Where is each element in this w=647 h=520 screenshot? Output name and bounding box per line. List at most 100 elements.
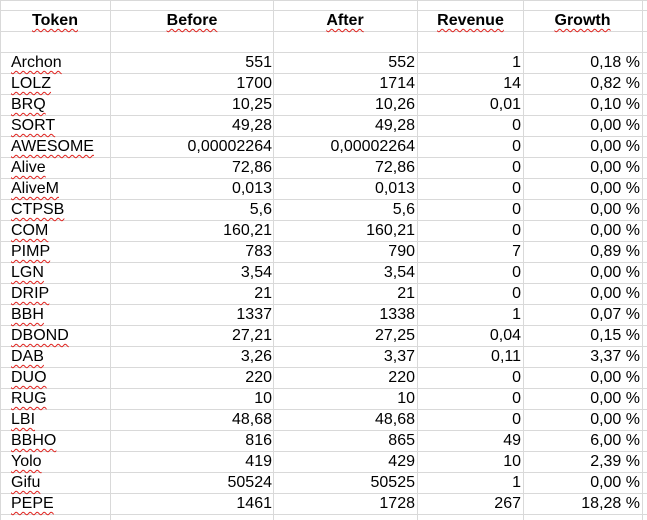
revenue-cell[interactable]: 0	[420, 388, 521, 409]
before-cell[interactable]: 816	[112, 430, 272, 451]
revenue-cell[interactable]: 267	[420, 493, 521, 514]
revenue-cell[interactable]: 10	[420, 451, 521, 472]
after-cell[interactable]: 21	[275, 283, 415, 304]
after-cell[interactable]: 552	[275, 52, 415, 73]
revenue-cell[interactable]: 0	[420, 157, 521, 178]
after-cell[interactable]: 1728	[275, 493, 415, 514]
after-cell[interactable]: 790	[275, 241, 415, 262]
revenue-cell[interactable]: 0,11	[420, 346, 521, 367]
before-cell[interactable]: 5,6	[112, 199, 272, 220]
before-cell[interactable]: 220	[112, 367, 272, 388]
revenue-cell[interactable]: 0	[420, 115, 521, 136]
before-cell[interactable]: 551	[112, 52, 272, 73]
token-cell[interactable]: BBH	[11, 304, 109, 325]
token-cell[interactable]: AWESOME	[11, 136, 109, 157]
after-cell[interactable]: 10,26	[275, 94, 415, 115]
after-cell[interactable]: 160,21	[275, 220, 415, 241]
before-cell[interactable]: 0,013	[112, 178, 272, 199]
token-cell[interactable]: LGN	[11, 262, 109, 283]
token-cell[interactable]: Gifu	[11, 472, 109, 493]
growth-cell[interactable]: 0,00 %	[525, 157, 640, 178]
token-cell[interactable]: SORT	[11, 115, 109, 136]
growth-cell[interactable]: 18,28 %	[525, 493, 640, 514]
after-cell[interactable]: 48,68	[275, 409, 415, 430]
before-cell[interactable]: 3,26	[112, 346, 272, 367]
before-cell[interactable]: 1700	[112, 73, 272, 94]
revenue-cell[interactable]: 0	[420, 283, 521, 304]
revenue-cell[interactable]: 1	[420, 304, 521, 325]
after-cell[interactable]: 49,28	[275, 115, 415, 136]
header-revenue-cell[interactable]: Revenue	[420, 10, 521, 31]
growth-cell[interactable]: 0,82 %	[525, 73, 640, 94]
revenue-cell[interactable]: 49	[420, 430, 521, 451]
before-cell[interactable]: 160,21	[112, 220, 272, 241]
after-cell[interactable]: 1714	[275, 73, 415, 94]
token-cell[interactable]: PIMP	[11, 241, 109, 262]
revenue-cell[interactable]: 0	[420, 367, 521, 388]
growth-cell[interactable]: 2,39 %	[525, 451, 640, 472]
revenue-cell[interactable]: 0	[420, 262, 521, 283]
token-cell[interactable]: DRIP	[11, 283, 109, 304]
after-cell[interactable]: 1338	[275, 304, 415, 325]
after-cell[interactable]: 865	[275, 430, 415, 451]
before-cell[interactable]: 50524	[112, 472, 273, 493]
after-cell[interactable]: 3,54	[275, 262, 415, 283]
growth-cell[interactable]: 0,00 %	[525, 472, 640, 493]
growth-cell[interactable]: 0,00 %	[525, 199, 640, 220]
before-cell[interactable]: 48,68	[112, 409, 272, 430]
after-cell[interactable]: 27,25	[275, 325, 415, 346]
before-cell[interactable]: 419	[112, 451, 272, 472]
before-cell[interactable]: 27,21	[112, 325, 272, 346]
token-cell[interactable]: AliveM	[11, 178, 109, 199]
growth-cell[interactable]: 0,89 %	[525, 241, 640, 262]
after-cell[interactable]: 429	[275, 451, 415, 472]
growth-cell[interactable]: 0,00 %	[525, 220, 640, 241]
before-cell[interactable]: 21	[112, 283, 272, 304]
after-cell[interactable]: 72,86	[275, 157, 415, 178]
revenue-cell[interactable]: 1	[420, 472, 521, 493]
revenue-cell[interactable]: 0	[420, 136, 521, 157]
growth-cell[interactable]: 0,00 %	[525, 409, 640, 430]
token-cell[interactable]: RUG	[11, 388, 109, 409]
growth-cell[interactable]: 0,15 %	[525, 325, 640, 346]
revenue-cell[interactable]: 0	[420, 199, 521, 220]
growth-cell[interactable]: 0,00 %	[525, 178, 640, 199]
revenue-cell[interactable]: 0	[420, 409, 521, 430]
after-cell[interactable]: 50525	[275, 472, 416, 493]
growth-cell[interactable]: 0,00 %	[525, 262, 640, 283]
before-cell[interactable]: 783	[112, 241, 272, 262]
before-cell[interactable]: 3,54	[112, 262, 272, 283]
token-cell[interactable]: BRQ	[11, 94, 109, 115]
growth-cell[interactable]: 0,18 %	[525, 52, 640, 73]
token-cell[interactable]: Yolo	[11, 451, 109, 472]
after-cell[interactable]: 0,00002264	[275, 136, 415, 157]
growth-cell[interactable]: 0,00 %	[525, 283, 640, 304]
after-cell[interactable]: 220	[275, 367, 415, 388]
growth-cell[interactable]: 0,07 %	[525, 304, 640, 325]
before-cell[interactable]: 72,86	[112, 157, 272, 178]
token-cell[interactable]: DUO	[11, 367, 109, 388]
token-cell[interactable]: Archon	[11, 52, 109, 73]
growth-cell[interactable]: 3,37 %	[525, 346, 640, 367]
token-cell[interactable]: DAB	[11, 346, 109, 367]
growth-cell[interactable]: 0,00 %	[525, 388, 640, 409]
after-cell[interactable]: 10	[275, 388, 415, 409]
growth-cell[interactable]: 0,10 %	[525, 94, 640, 115]
token-cell[interactable]: BBHO	[11, 430, 109, 451]
revenue-cell[interactable]: 0,04	[420, 325, 521, 346]
growth-cell[interactable]: 6,00 %	[525, 430, 640, 451]
after-cell[interactable]: 3,37	[275, 346, 415, 367]
revenue-cell[interactable]: 1	[420, 52, 521, 73]
before-cell[interactable]: 0,00002264	[112, 136, 272, 157]
token-cell[interactable]: LBI	[11, 409, 109, 430]
header-before-cell[interactable]: Before	[112, 10, 272, 31]
revenue-cell[interactable]: 0	[420, 178, 521, 199]
spreadsheet-grid[interactable]: Token Before After Revenue Growth Archon…	[0, 0, 647, 520]
token-cell[interactable]: DBOND	[11, 325, 109, 346]
token-cell[interactable]: PEPE	[11, 493, 109, 514]
token-cell[interactable]: LOLZ	[11, 73, 109, 94]
growth-cell[interactable]: 0,00 %	[525, 367, 640, 388]
after-cell[interactable]: 0,013	[275, 178, 415, 199]
before-cell[interactable]: 49,28	[112, 115, 272, 136]
before-cell[interactable]: 10	[112, 388, 272, 409]
